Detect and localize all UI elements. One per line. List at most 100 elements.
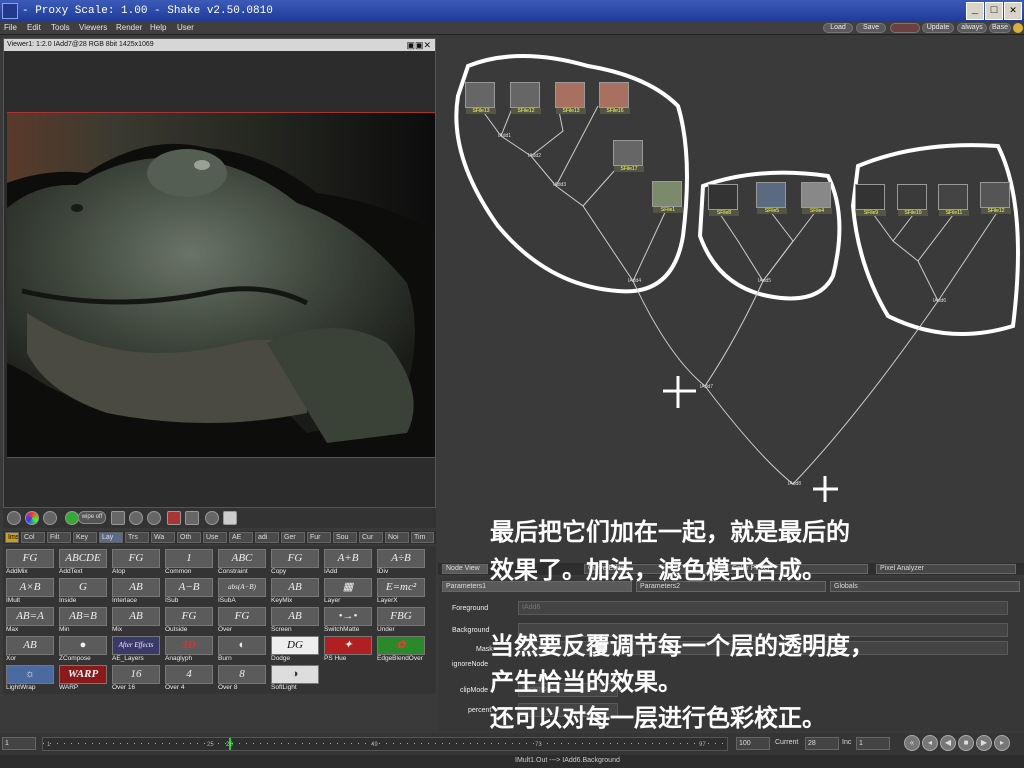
node-sfile[interactable]: SFile1: [652, 181, 683, 213]
tool-anaglyph[interactable]: 3D Anaglyph: [164, 636, 214, 664]
tool-inside[interactable]: G Inside: [58, 578, 108, 606]
tab-fur[interactable]: Fur: [307, 532, 331, 543]
tab-wa[interactable]: Wa: [151, 532, 175, 543]
tool-addmix[interactable]: FG AddMix: [5, 549, 55, 577]
tool-layer[interactable]: ▦ Layer: [323, 578, 373, 606]
update-button[interactable]: Update: [922, 23, 954, 33]
tool-softlight[interactable]: ◑ SoftLight: [270, 665, 320, 693]
viewer-panel[interactable]: Viewer1: 1:2.0 IAdd7@28 RGB 8bit 1425x10…: [3, 38, 436, 508]
tool-lightwrap[interactable]: ☼ LightWrap: [5, 665, 55, 693]
menu-viewers[interactable]: Viewers: [79, 23, 107, 32]
node-view[interactable]: SFile13 SFile12 SFile13 SFile16 SFile17 …: [438, 36, 1024, 560]
node-iadd[interactable]: IAdd8: [788, 481, 801, 487]
node-iadd[interactable]: IAdd4: [628, 278, 641, 284]
stop-icon[interactable]: ■: [958, 735, 974, 751]
tool-switchmatte[interactable]: •→• SwitchMatte: [323, 607, 373, 635]
tool-over[interactable]: FG Over: [217, 607, 267, 635]
inc-field[interactable]: 1: [856, 737, 890, 750]
tool-dodge[interactable]: DG Dodge: [270, 636, 320, 664]
tool-warp[interactable]: WARP WARP: [58, 665, 108, 693]
tab-oth[interactable]: Oth: [177, 532, 201, 543]
base-button[interactable]: Base: [989, 23, 1011, 33]
record-icon[interactable]: [167, 511, 181, 525]
start-frame-field[interactable]: 1: [2, 737, 36, 750]
tool-keymix[interactable]: AB KeyMix: [270, 578, 320, 606]
tab-node-view[interactable]: Node View: [442, 564, 488, 574]
hand-icon[interactable]: [205, 511, 219, 525]
node-sfile[interactable]: SFile17: [613, 140, 644, 172]
tool-idiv[interactable]: A÷B IDiv: [376, 549, 426, 577]
menu-file[interactable]: File: [4, 23, 17, 32]
node-iadd[interactable]: IAdd3: [553, 182, 566, 188]
tool-ps-hue[interactable]: ✦ PS Hue: [323, 636, 373, 664]
render-icon[interactable]: [890, 23, 920, 33]
load-button[interactable]: Load: [823, 23, 853, 33]
tool-zcompose[interactable]: ● ZCompose: [58, 636, 108, 664]
node-sfile[interactable]: SFile10: [897, 184, 928, 216]
tool-burn[interactable]: ◐ Burn: [217, 636, 267, 664]
menu-render[interactable]: Render: [116, 23, 142, 32]
node-sfile[interactable]: SFile4: [801, 182, 832, 214]
tool-over-8[interactable]: 8 Over 8: [217, 665, 267, 693]
minimize-button[interactable]: _: [966, 2, 984, 20]
tool-isuba[interactable]: abs(A−B) ISubA: [217, 578, 267, 606]
tab-use[interactable]: Use: [203, 532, 227, 543]
menu-help[interactable]: Help: [150, 23, 166, 32]
tool-interlace[interactable]: AB Interlace: [111, 578, 161, 606]
tool-imult[interactable]: A×B IMult: [5, 578, 55, 606]
node-sfile[interactable]: SFile9: [855, 184, 886, 216]
tab-trs[interactable]: Trs: [125, 532, 149, 543]
grid-icon[interactable]: [185, 511, 199, 525]
node-iadd[interactable]: IAdd2: [528, 153, 541, 159]
tool-ae-layers[interactable]: After Effects AE_Layers: [111, 636, 161, 664]
channel-a-icon[interactable]: [7, 511, 21, 525]
menu-edit[interactable]: Edit: [27, 23, 41, 32]
tab-col[interactable]: Col: [21, 532, 45, 543]
tab-ae[interactable]: AE: [229, 532, 253, 543]
save-button[interactable]: Save: [856, 23, 886, 33]
node-iadd[interactable]: IAdd6: [933, 298, 946, 304]
tool-mix[interactable]: AB Mix: [111, 607, 161, 635]
tool-max[interactable]: AB=A Max: [5, 607, 55, 635]
tab-cur[interactable]: Cur: [359, 532, 383, 543]
rotate-icon[interactable]: [147, 511, 161, 525]
viewer-window-controls-icon[interactable]: ▣▣✕: [406, 39, 431, 51]
node-iadd[interactable]: IAdd1: [498, 133, 511, 139]
tool-min[interactable]: AB=B Min: [58, 607, 108, 635]
current-frame-field[interactable]: 28: [805, 737, 839, 750]
tool-layerx[interactable]: E=mc² LayerX: [376, 578, 426, 606]
tool-over-16[interactable]: 16 Over 16: [111, 665, 161, 693]
tool-addtext[interactable]: ABCDE AddText: [58, 549, 108, 577]
node-sfile[interactable]: SFile16: [599, 82, 630, 114]
tool-constraint[interactable]: ABC Constraint: [217, 549, 267, 577]
tool-under[interactable]: FBG Under: [376, 607, 426, 635]
tool-atop[interactable]: FG Atop: [111, 549, 161, 577]
close-button[interactable]: ✕: [1004, 2, 1022, 20]
rewind-icon[interactable]: «: [904, 735, 920, 751]
play-icon[interactable]: ▶: [976, 735, 992, 751]
always-button[interactable]: always: [957, 23, 987, 33]
tool-iadd[interactable]: A+B IAdd: [323, 549, 373, 577]
end-frame-field[interactable]: 100: [736, 737, 770, 750]
time-slider[interactable]: 1 25 49 73 97 28: [42, 737, 729, 751]
node-sfile[interactable]: SFile11: [938, 184, 969, 216]
tool-over-4[interactable]: 4 Over 4: [164, 665, 214, 693]
tab-pixel-analyzer[interactable]: Pixel Analyzer: [876, 564, 1016, 574]
tool-edgeblendover[interactable]: ✿ EdgeBlendOver: [376, 636, 426, 664]
tool-isub[interactable]: A−B ISub: [164, 578, 214, 606]
color-wheel-icon[interactable]: [25, 511, 39, 525]
node-name-field[interactable]: IAdd6: [518, 601, 1008, 615]
node-sfile[interactable]: SFile13: [465, 82, 496, 114]
node-iadd[interactable]: IAdd7: [700, 384, 713, 390]
menu-user[interactable]: User: [177, 23, 194, 32]
update-icon[interactable]: [43, 511, 57, 525]
node-sfile[interactable]: SFile8: [708, 184, 739, 216]
tool-outside[interactable]: FG Outside: [164, 607, 214, 635]
tab-ger[interactable]: Ger: [281, 532, 305, 543]
tab-adi[interactable]: adi: [255, 532, 279, 543]
maximize-button[interactable]: □: [985, 2, 1003, 20]
tool-screen[interactable]: AB Screen: [270, 607, 320, 635]
compare-icon[interactable]: [129, 511, 143, 525]
tool-copy[interactable]: FG Copy: [270, 549, 320, 577]
tab-noi[interactable]: Noi: [385, 532, 409, 543]
